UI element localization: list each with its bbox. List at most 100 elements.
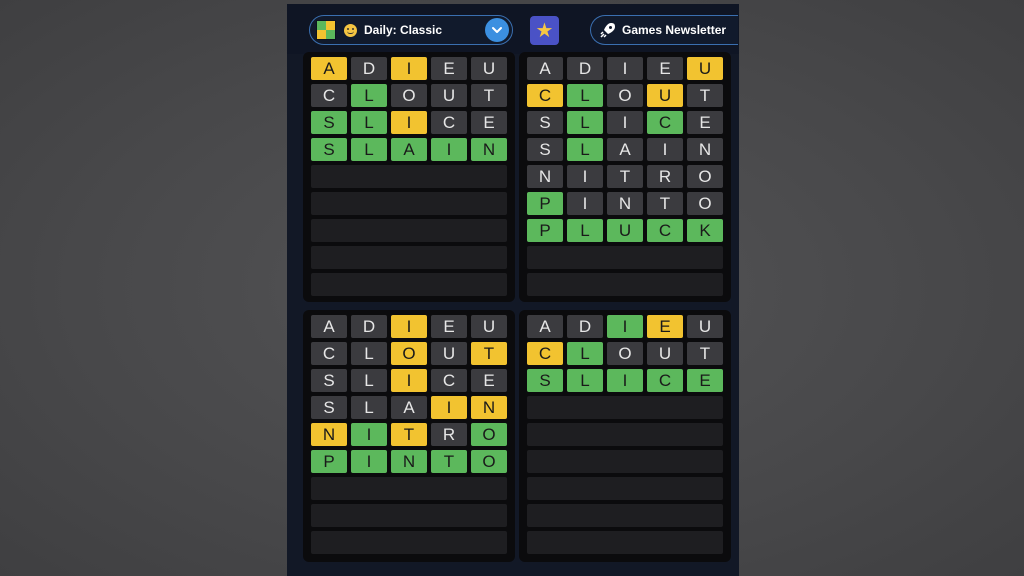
letter-tile: T — [687, 84, 723, 107]
letter-tile: O — [471, 450, 507, 473]
letter-tile: N — [311, 423, 347, 446]
letter-tile: O — [391, 342, 427, 365]
letter-tile: U — [687, 57, 723, 80]
favorite-star-button[interactable]: ★ — [530, 16, 559, 45]
letter-tile: O — [687, 192, 723, 215]
letter-tile: I — [607, 111, 643, 134]
letter-tile: T — [391, 423, 427, 446]
guess-row: PLUCK — [527, 219, 723, 242]
letter-tile: T — [431, 450, 467, 473]
board-top-right: ADIEUCLOUTSLICESLAINNITROPINTOPLUCK — [519, 52, 731, 302]
letter-tile: P — [527, 192, 563, 215]
letter-tile: I — [391, 111, 427, 134]
letter-tile: C — [431, 369, 467, 392]
star-icon: ★ — [535, 19, 554, 42]
board-top-left: ADIEUCLOUTSLICESLAIN — [303, 52, 515, 302]
letter-tile: U — [431, 342, 467, 365]
letter-tile: I — [391, 315, 427, 338]
mode-label: Daily: Classic — [364, 23, 443, 37]
letter-tile: O — [607, 342, 643, 365]
letter-tile: E — [687, 369, 723, 392]
letter-tile: D — [567, 315, 603, 338]
guess-row: CLOUT — [527, 342, 723, 365]
letter-tile: L — [351, 396, 387, 419]
letter-tile: T — [647, 192, 683, 215]
letter-tile: S — [311, 138, 347, 161]
guess-row: SLICE — [527, 111, 723, 134]
guess-row: SLAIN — [311, 396, 507, 419]
letter-tile: C — [647, 219, 683, 242]
letter-tile: L — [351, 138, 387, 161]
guess-row: CLOUT — [311, 84, 507, 107]
letter-tile: L — [351, 369, 387, 392]
letter-tile: U — [647, 342, 683, 365]
letter-tile: T — [471, 84, 507, 107]
letter-tile: E — [471, 111, 507, 134]
letter-tile: O — [607, 84, 643, 107]
letter-tile: N — [607, 192, 643, 215]
letter-tile: I — [351, 423, 387, 446]
letter-tile: L — [567, 342, 603, 365]
guess-row: ADIEU — [527, 57, 723, 80]
games-newsletter-button[interactable]: Games Newsletter — [590, 15, 738, 45]
letter-tile: T — [607, 165, 643, 188]
guess-row: SLAIN — [311, 138, 507, 161]
letter-tile: T — [471, 342, 507, 365]
letter-tile: N — [527, 165, 563, 188]
empty-row — [311, 192, 507, 215]
letter-tile: R — [647, 165, 683, 188]
letter-tile: U — [431, 84, 467, 107]
letter-tile: A — [607, 138, 643, 161]
letter-tile: L — [351, 342, 387, 365]
chevron-down-icon[interactable] — [485, 18, 509, 42]
letter-tile: C — [431, 111, 467, 134]
letter-tile: C — [647, 369, 683, 392]
letter-tile: L — [567, 138, 603, 161]
letter-tile: E — [431, 315, 467, 338]
letter-tile: A — [311, 315, 347, 338]
board-bottom-left: ADIEUCLOUTSLICESLAINNITROPINTO — [303, 310, 515, 562]
letter-tile: P — [527, 219, 563, 242]
empty-row — [527, 423, 723, 446]
letter-tile: U — [607, 219, 643, 242]
app-logo-icon — [316, 20, 336, 40]
letter-tile: R — [431, 423, 467, 446]
letter-tile: C — [311, 84, 347, 107]
letter-tile: A — [527, 315, 563, 338]
empty-row — [311, 477, 507, 500]
letter-tile: L — [567, 84, 603, 107]
letter-tile: U — [471, 315, 507, 338]
empty-row — [311, 273, 507, 296]
letter-tile: D — [351, 57, 387, 80]
empty-row — [311, 246, 507, 269]
letter-tile: C — [311, 342, 347, 365]
letter-tile: S — [527, 369, 563, 392]
empty-row — [527, 396, 723, 419]
game-screen: Daily: Classic ★ Games Newsletter ADIEUC… — [287, 4, 739, 576]
letter-tile: N — [471, 396, 507, 419]
guess-row: PINTO — [311, 450, 507, 473]
letter-tile: U — [647, 84, 683, 107]
guess-row: ADIEU — [311, 315, 507, 338]
guess-row: SLAIN — [527, 138, 723, 161]
mode-selector[interactable]: Daily: Classic — [309, 15, 513, 45]
guess-row: ADIEU — [311, 57, 507, 80]
empty-row — [311, 165, 507, 188]
letter-tile: L — [567, 219, 603, 242]
letter-tile: C — [647, 111, 683, 134]
letter-tile: L — [351, 84, 387, 107]
letter-tile: U — [471, 57, 507, 80]
empty-row — [527, 246, 723, 269]
letter-tile: I — [431, 396, 467, 419]
letter-tile: A — [391, 138, 427, 161]
letter-tile: E — [471, 369, 507, 392]
letter-tile: I — [391, 369, 427, 392]
empty-row — [527, 504, 723, 527]
letter-tile: A — [391, 396, 427, 419]
letter-tile: N — [391, 450, 427, 473]
letter-tile: U — [687, 315, 723, 338]
letter-tile: O — [687, 165, 723, 188]
letter-tile: S — [311, 369, 347, 392]
letter-tile: D — [351, 315, 387, 338]
letter-tile: I — [607, 369, 643, 392]
